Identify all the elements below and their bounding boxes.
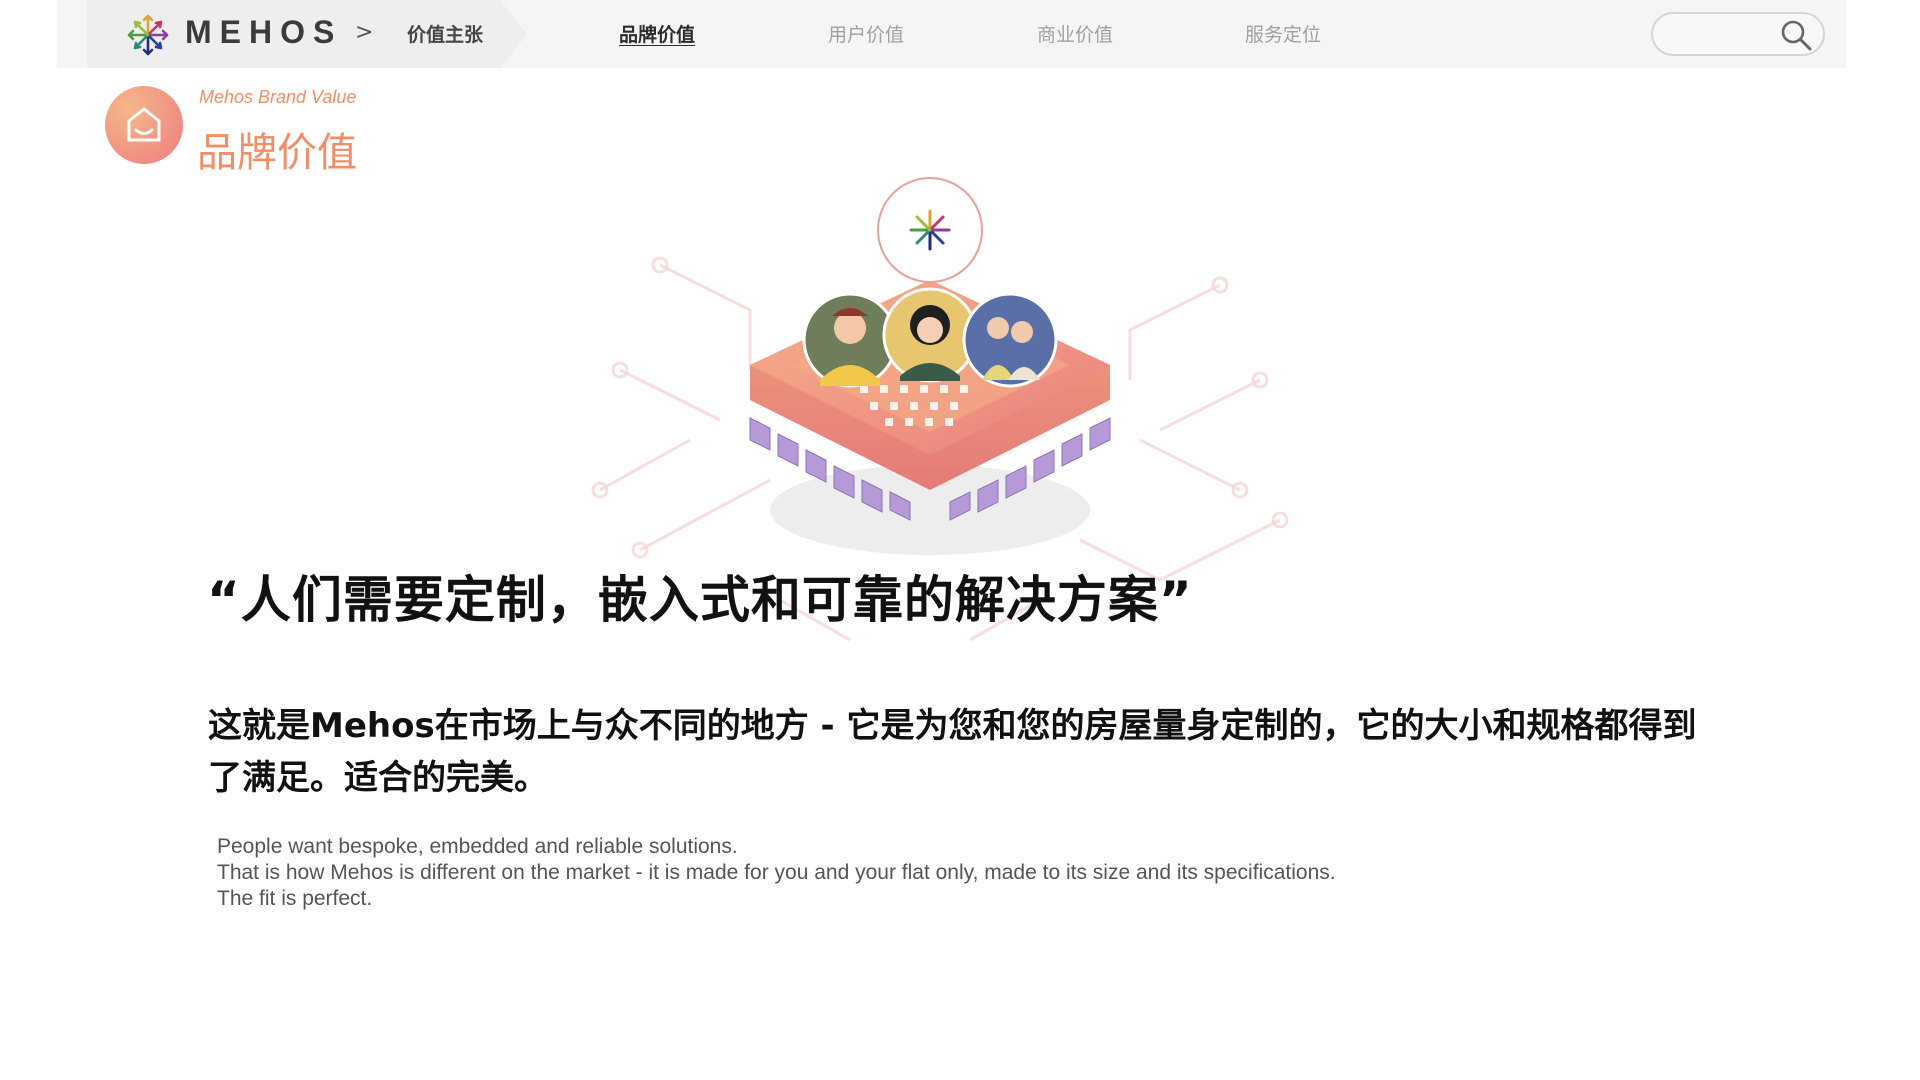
- english-description: People want bespoke, embedded and reliab…: [217, 834, 1817, 912]
- tab-business-value[interactable]: 商业价值: [1037, 20, 1113, 47]
- top-navigation-bar: MEHOS > 价值主张 品牌价值 用户价值 商业价值 服务定位: [57, 0, 1846, 68]
- tab-service-positioning[interactable]: 服务定位: [1245, 20, 1321, 47]
- search-box: [1651, 12, 1825, 56]
- breadcrumb-separator: >: [355, 20, 374, 45]
- search-icon[interactable]: [1779, 18, 1813, 52]
- home-icon: [127, 107, 161, 142]
- english-line: That is how Mehos is different on the ma…: [217, 861, 1336, 884]
- breadcrumb-current[interactable]: 价值主张: [407, 20, 483, 47]
- main-quote: “人们需要定制，嵌入式和可靠的解决方案”: [207, 571, 1193, 629]
- tab-brand-value[interactable]: 品牌价值: [619, 20, 695, 47]
- description-text: 这就是Mehos在市场上与众不同的地方 - 它是为您和您的房屋量身定制的，它的大…: [208, 706, 1697, 798]
- mehos-logo-icon[interactable]: [123, 10, 173, 60]
- english-line: The fit is perfect.: [217, 887, 373, 910]
- section-english-title: Mehos Brand Value: [199, 87, 357, 107]
- section-icon-badge: [105, 86, 183, 164]
- search-input[interactable]: [1667, 22, 1781, 48]
- english-line: People want bespoke, embedded and reliab…: [217, 835, 738, 858]
- brand-name[interactable]: MEHOS: [185, 14, 342, 51]
- section-title: 品牌价值: [197, 130, 357, 176]
- tab-user-value[interactable]: 用户价值: [828, 20, 904, 47]
